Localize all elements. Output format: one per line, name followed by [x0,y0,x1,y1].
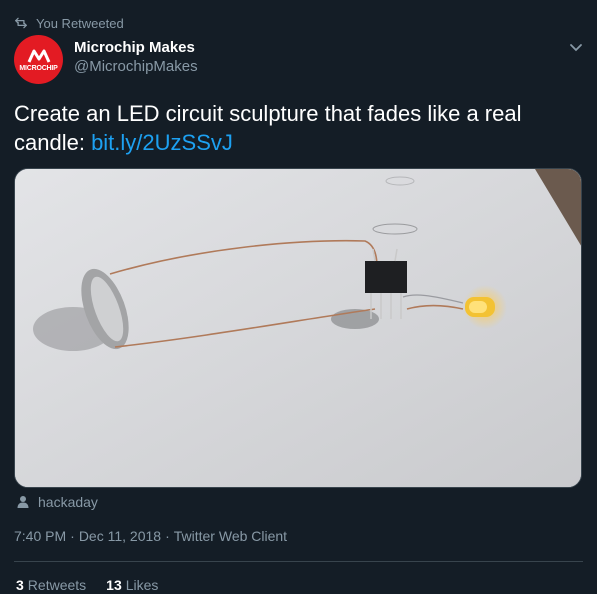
led-sculpture-photo [15,169,581,487]
tweet-client[interactable]: Twitter Web Client [174,528,287,544]
user-icon [17,496,29,508]
tweet-text: Create an LED circuit sculpture that fad… [14,99,584,157]
tweet-stats: 3 Retweets 13 Likes [16,577,158,593]
author-display-name[interactable]: Microchip Makes [74,39,198,57]
tweet-meta: 7:40 PM · Dec 11, 2018 · Twitter Web Cli… [14,528,287,544]
tweet-date[interactable]: Dec 11, 2018 [79,528,161,544]
likes-count: 13 [106,577,122,593]
retweets-stat[interactable]: 3 Retweets [16,577,86,593]
author-handle[interactable]: @MicrochipMakes [74,57,198,77]
retweet-icon [15,17,27,29]
tweet-card: You Retweeted MICROCHIP Microchip Makes … [0,0,597,594]
tweet-link[interactable]: bit.ly/2UzSSvJ [91,130,233,155]
avatar[interactable]: MICROCHIP [14,35,63,84]
likes-stat[interactable]: 13 Likes [106,577,158,593]
tweet-media-image[interactable] [14,168,582,488]
avatar-wordmark: MICROCHIP [19,64,58,72]
retweets-count: 3 [16,577,24,593]
meta-separator: · [70,528,75,544]
tweet-time[interactable]: 7:40 PM [14,528,66,544]
likes-label: Likes [125,577,159,593]
retweet-context: You Retweeted [14,14,124,32]
author-names: Microchip Makes @MicrochipMakes [74,39,198,77]
media-credit[interactable]: hackaday [16,494,98,510]
retweets-label: Retweets [27,577,87,593]
media-credit-name: hackaday [38,494,98,510]
divider [14,561,583,562]
chevron-down-icon[interactable] [569,40,583,54]
retweet-context-text: You Retweeted [36,15,124,31]
meta-separator: · [165,528,170,544]
microchip-logo-icon [27,49,50,63]
